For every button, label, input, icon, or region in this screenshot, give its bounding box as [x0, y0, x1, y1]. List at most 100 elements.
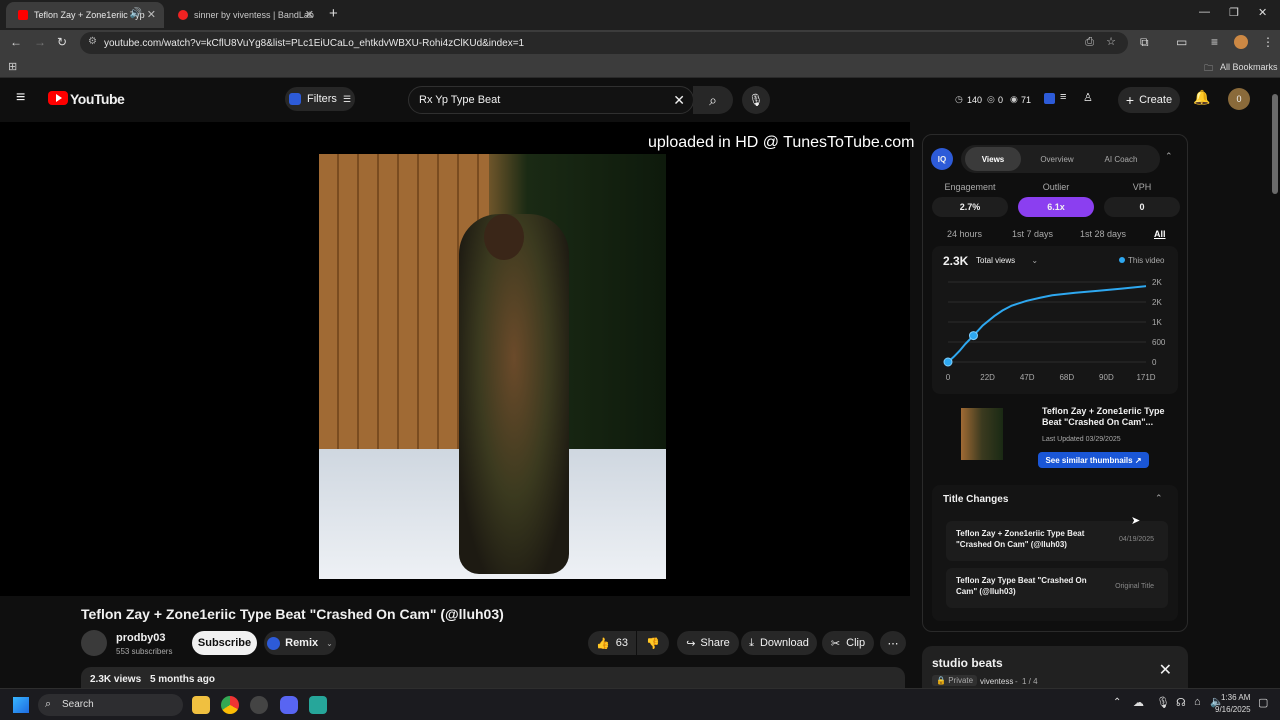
- range-all[interactable]: All: [1154, 229, 1166, 239]
- forward-icon[interactable]: →: [34, 35, 46, 49]
- file-explorer-icon[interactable]: [192, 696, 210, 714]
- tab-youtube[interactable]: Teflon Zay + Zone1eriic Typ 🔊 ✕: [6, 2, 164, 28]
- youtube-logo-icon[interactable]: [48, 91, 68, 105]
- onedrive-icon[interactable]: ☁: [1133, 696, 1144, 709]
- youtube-logo-text[interactable]: YouTube: [70, 91, 125, 107]
- close-tab-icon[interactable]: ✕: [147, 8, 156, 21]
- app-icon-2[interactable]: [309, 696, 327, 714]
- filters-button[interactable]: Filters ☰: [285, 87, 355, 111]
- thumbs-up-icon: 👍: [596, 637, 610, 650]
- maximize-icon[interactable]: ❐: [1229, 6, 1239, 19]
- header-stat-2: 0: [998, 95, 1004, 105]
- range-28-days[interactable]: 1st 28 days: [1080, 229, 1126, 239]
- extension-icon[interactable]: ♙: [1083, 91, 1093, 104]
- tab-ai-coach[interactable]: AI Coach: [1093, 147, 1149, 171]
- notifications-bell-icon[interactable]: 🔔: [1193, 89, 1210, 106]
- more-actions-button[interactable]: ⋯: [880, 631, 906, 655]
- chart-y-tick-label: 1K: [1152, 318, 1162, 327]
- windows-start-icon[interactable]: [13, 697, 29, 713]
- tray-chevron-icon[interactable]: ⌃: [1113, 697, 1121, 708]
- chart-series-line: [947, 285, 1147, 363]
- tab-search-icon[interactable]: ≡: [1211, 35, 1218, 49]
- close-playlist-icon[interactable]: ✕: [1159, 660, 1172, 680]
- collapse-panel-icon[interactable]: ⌃: [1165, 151, 1173, 162]
- chart-marker-point[interactable]: [968, 331, 978, 341]
- close-window-icon[interactable]: ✕: [1258, 6, 1267, 19]
- video-frame-image: [319, 154, 666, 579]
- clock-date[interactable]: 9/16/2025: [1215, 705, 1251, 714]
- address-bar[interactable]: ⚙ youtube.com/watch?v=kCflU8VuYg8&list=P…: [80, 32, 1128, 54]
- search-button[interactable]: ⌕: [693, 86, 733, 114]
- sliders-icon: ☰: [342, 93, 352, 104]
- filters-label: Filters: [306, 93, 337, 105]
- like-button[interactable]: 👍 63: [588, 631, 636, 655]
- create-button[interactable]: + Create: [1118, 87, 1180, 113]
- playlist-owner[interactable]: viventess: [980, 677, 1013, 686]
- chart-x-tick-label: 90D: [1099, 373, 1114, 382]
- bandlab-favicon-icon: [178, 10, 188, 20]
- avatar-text: 0: [1236, 94, 1242, 104]
- collapse-title-changes-icon[interactable]: ⌃: [1155, 493, 1163, 504]
- extensions-icon[interactable]: ⧉: [1140, 35, 1149, 50]
- headset-icon[interactable]: ☊: [1176, 696, 1186, 709]
- total-views-dropdown[interactable]: Total views ⌄: [976, 256, 1038, 265]
- share-label: Share: [700, 637, 730, 649]
- share-button[interactable]: ↪ Share: [677, 631, 739, 655]
- network-icon[interactable]: ⌂: [1194, 696, 1201, 708]
- voice-search-button[interactable]: 🎙: [742, 86, 770, 114]
- chart-x-tick-label: 47D: [1020, 373, 1035, 382]
- search-input[interactable]: Rx Yp Type Beat ✕: [408, 86, 694, 114]
- minimize-icon[interactable]: —: [1199, 6, 1210, 18]
- range-7-days[interactable]: 1st 7 days: [1012, 229, 1053, 239]
- profile-icon[interactable]: [1234, 35, 1248, 49]
- chrome-menu-icon[interactable]: ⋮: [1262, 35, 1274, 49]
- url-text: youtube.com/watch?v=kCflU8VuYg8&list=PLc…: [104, 37, 525, 49]
- tab-audio-icon[interactable]: 🔊: [130, 8, 142, 19]
- chevron-down-icon: ⌄: [1031, 256, 1039, 265]
- close-tab-icon[interactable]: ✕: [305, 8, 314, 21]
- download-button[interactable]: ⤓ Download: [741, 631, 817, 655]
- dislike-button[interactable]: 👎: [637, 631, 669, 655]
- channel-name[interactable]: prodby03: [116, 632, 166, 644]
- see-similar-thumbnails-button[interactable]: See similar thumbnails ↗: [1038, 452, 1149, 468]
- bookmark-star-icon[interactable]: ☆: [1106, 35, 1116, 48]
- list-icon[interactable]: ≡: [1060, 91, 1066, 103]
- hamburger-menu-icon[interactable]: ≡: [16, 89, 25, 107]
- discord-icon[interactable]: [280, 696, 298, 714]
- taskbar-search-label: Search: [62, 699, 94, 710]
- account-avatar[interactable]: 0: [1228, 88, 1250, 110]
- chart-y-tick-label: 0: [1152, 358, 1157, 367]
- cast-icon[interactable]: ▭: [1176, 35, 1187, 49]
- tab-overview[interactable]: Overview: [1029, 147, 1085, 171]
- new-tab-button[interactable]: +: [329, 5, 338, 22]
- reload-icon[interactable]: ↻: [57, 35, 67, 49]
- subscribe-button[interactable]: Subscribe: [192, 631, 257, 655]
- notification-icon[interactable]: ▢: [1258, 696, 1268, 709]
- install-icon[interactable]: ⎙: [1085, 36, 1094, 49]
- range-24-hours[interactable]: 24 hours: [947, 229, 982, 239]
- channel-avatar[interactable]: [81, 630, 107, 656]
- iq-header-icon[interactable]: [1044, 93, 1055, 104]
- subscriber-count: 553 subscribers: [116, 647, 173, 656]
- chart-marker-point[interactable]: [943, 357, 953, 367]
- apps-grid-icon[interactable]: ⊞: [8, 60, 17, 73]
- lock-icon: 🔒: [936, 676, 946, 685]
- tab-bandlab[interactable]: sinner by viventess | BandLab ✕: [166, 2, 322, 28]
- remix-button[interactable]: Remix ⌄: [264, 631, 336, 655]
- taskbar-search-box[interactable]: ⌕ Search: [38, 694, 183, 716]
- browser-toolbar: ← → ↻ ⚙ youtube.com/watch?v=kCflU8VuYg8&…: [0, 30, 1280, 56]
- all-bookmarks-link[interactable]: All Bookmarks: [1220, 62, 1278, 72]
- clear-search-icon[interactable]: ✕: [673, 92, 685, 109]
- chrome-icon[interactable]: [221, 696, 239, 714]
- app-icon[interactable]: [250, 696, 268, 714]
- video-thumbnail-image[interactable]: [961, 408, 1003, 460]
- tab-views[interactable]: Views: [965, 147, 1021, 171]
- mic-tray-icon[interactable]: 🎙: [1156, 696, 1170, 709]
- back-icon[interactable]: ←: [10, 35, 22, 49]
- clock-time[interactable]: 1:36 AM: [1221, 693, 1250, 702]
- scrollbar-thumb[interactable]: [1272, 94, 1278, 194]
- site-info-icon[interactable]: ⚙: [88, 36, 97, 47]
- chart-x-tick-label: 22D: [980, 373, 995, 382]
- youtube-favicon-icon: [18, 10, 28, 20]
- clip-button[interactable]: ✂ Clip: [822, 631, 874, 655]
